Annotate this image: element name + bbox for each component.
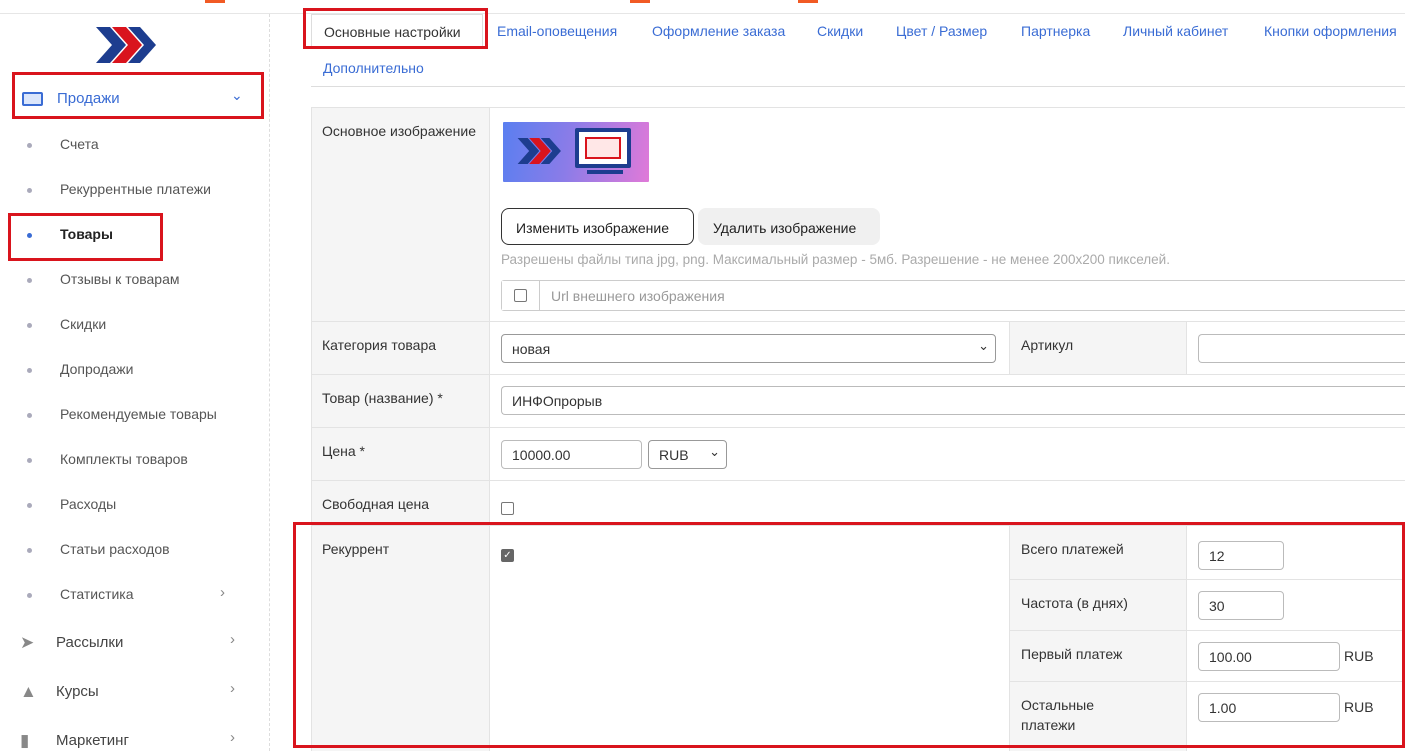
sidebar-subitem-label: Отзывы к товарам (60, 271, 180, 287)
tab-order-design[interactable]: Оформление заказа (652, 23, 785, 39)
sidebar-item-label: Продажи (57, 90, 120, 107)
sidebar-subitem-label: Рекомендуемые товары (60, 406, 217, 422)
bookmark-icon (798, 0, 818, 3)
chevron-down-icon: ⌄ (709, 444, 720, 459)
product-image-preview (503, 122, 649, 182)
tab-affiliate[interactable]: Партнерка (1021, 23, 1090, 39)
form-row-category: Категория товара новая ⌄ Артикул (312, 322, 1405, 375)
tab-personal-account[interactable]: Личный кабинет (1123, 23, 1228, 39)
sidebar-item-label: Маркетинг (56, 732, 129, 749)
image-hint: Разрешены файлы типа jpg, png. Максималь… (501, 252, 1170, 267)
external-url-input[interactable]: Url внешнего изображения (551, 288, 725, 304)
tab-color-size[interactable]: Цвет / Размер (896, 23, 987, 39)
sidebar-subitem-reviews[interactable]: Отзывы к товарам (0, 259, 270, 304)
highlight-box (303, 8, 488, 49)
field-label: Артикул (1009, 322, 1187, 374)
tab-additional[interactable]: Дополнительно (323, 60, 424, 76)
field-label: Цена * (312, 428, 490, 480)
tab-email-notifications[interactable]: Email-оповещения (497, 23, 617, 39)
highlight-box (8, 213, 163, 261)
category-select[interactable]: новая ⌄ (501, 334, 996, 363)
tab-order-buttons[interactable]: Кнопки оформления (1264, 23, 1397, 39)
chevron-right-icon: › (230, 680, 235, 697)
bullet-icon (27, 188, 32, 193)
credit-card-icon (22, 92, 43, 106)
free-price-checkbox[interactable] (501, 502, 514, 515)
field-label: Товар (название) * (312, 375, 490, 427)
bullet-icon (27, 323, 32, 328)
form-row-price: Цена * 10000.00 RUB ⌄ (312, 428, 1405, 481)
chevron-down-icon: ⌄ (231, 87, 243, 103)
product-name-input[interactable]: ИНФОпрорыв (501, 386, 1405, 415)
sidebar: Продажи ⌄ Счета Рекуррентные платежи Тов… (0, 14, 270, 751)
sidebar-subitem-discounts[interactable]: Скидки (0, 304, 270, 349)
logo (517, 138, 561, 164)
bullet-icon (27, 593, 32, 598)
bullet-icon (27, 368, 32, 373)
delete-image-button[interactable]: Удалить изображение (698, 208, 880, 245)
bookmark-icon (630, 0, 650, 3)
sidebar-item-label: Рассылки (56, 634, 124, 651)
paper-plane-icon: ➤ (20, 633, 35, 652)
highlight-box (293, 522, 1405, 748)
bullet-icon (27, 143, 32, 148)
sidebar-item-label: Курсы (56, 683, 99, 700)
currency-select[interactable]: RUB ⌄ (648, 440, 727, 469)
sidebar-subitem-label: Статистика (60, 586, 134, 602)
bullet-icon (27, 413, 32, 418)
chevron-right-icon: › (230, 631, 235, 648)
bullet-icon (27, 503, 32, 508)
sidebar-subitem-recommended[interactable]: Рекомендуемые товары (0, 394, 270, 439)
sidebar-item-courses[interactable]: ▲ Курсы › (0, 668, 270, 716)
logo (96, 27, 156, 63)
sidebar-item-sales[interactable]: Продажи ⌄ (12, 72, 264, 119)
chevron-down-icon: ⌄ (978, 338, 989, 353)
bullet-icon (27, 458, 32, 463)
sidebar-subitem-statistics[interactable]: Статистика › (0, 574, 270, 619)
bullet-icon (27, 278, 32, 283)
field-label: Свободная цена (312, 481, 490, 525)
sidebar-subitem-bundles[interactable]: Комплекты товаров (0, 439, 270, 484)
field-label: Категория товара (312, 322, 490, 374)
sidebar-subitem-upsells[interactable]: Допродажи (0, 349, 270, 394)
change-image-button[interactable]: Изменить изображение (501, 208, 694, 245)
sidebar-subitem-label: Рекуррентные платежи (60, 181, 211, 197)
field-label: Основное изображение (312, 108, 490, 321)
monitor-icon (575, 128, 631, 168)
tab-discounts[interactable]: Скидки (817, 23, 863, 39)
external-url-field[interactable]: Url внешнего изображения (501, 280, 1405, 311)
bullet-icon (27, 548, 32, 553)
form-row-free-price: Свободная цена (312, 481, 1405, 526)
sidebar-subitem-expense-items[interactable]: Статьи расходов (0, 529, 270, 574)
sidebar-item-marketing[interactable]: ▮ Маркетинг › (0, 717, 270, 751)
chevron-right-icon: › (230, 729, 235, 746)
sidebar-subitem-label: Комплекты товаров (60, 451, 188, 467)
sidebar-item-mailings[interactable]: ➤ Рассылки › (0, 619, 270, 667)
sidebar-subitem-label: Скидки (60, 316, 107, 332)
chevron-right-icon: › (220, 584, 225, 601)
article-input[interactable] (1198, 334, 1405, 363)
category-value: новая (512, 341, 551, 357)
price-input[interactable]: 10000.00 (501, 440, 642, 469)
sidebar-subitem-label: Статьи расходов (60, 541, 170, 557)
bar-chart-icon: ▮ (20, 731, 30, 750)
sidebar-subitem-label: Расходы (60, 496, 117, 512)
sidebar-subitem-expenses[interactable]: Расходы (0, 484, 270, 529)
bookmark-icon (205, 0, 225, 3)
sidebar-subitem-invoices[interactable]: Счета (0, 124, 270, 169)
form-row-main-image: Основное изображение Изменить изображени… (312, 108, 1405, 322)
sidebar-subitem-label: Счета (60, 136, 99, 152)
graduation-cap-icon: ▲ (20, 682, 37, 701)
sidebar-subitem-recurrent-payments[interactable]: Рекуррентные платежи (0, 169, 270, 214)
currency-value: RUB (659, 447, 689, 463)
form-row-name: Товар (название) * ИНФОпрорыв (312, 375, 1405, 428)
external-url-checkbox[interactable] (514, 289, 527, 302)
sidebar-subitem-label: Допродажи (60, 361, 134, 377)
top-strip (0, 0, 1405, 14)
